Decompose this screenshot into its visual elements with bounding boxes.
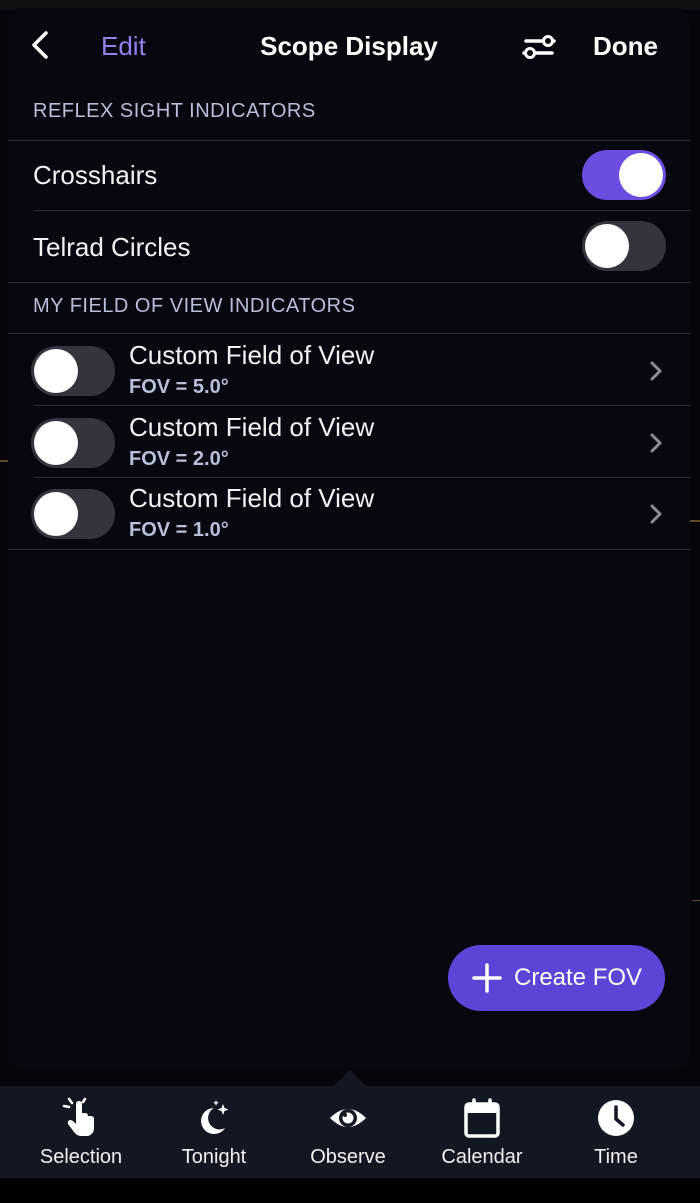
tab-indicator-notch: [334, 1070, 366, 1086]
sky-line: [690, 520, 700, 522]
divider: [33, 210, 690, 211]
tab-label: Calendar: [441, 1146, 523, 1168]
bottom-strip: [0, 1178, 700, 1203]
clock-icon: [598, 1100, 634, 1136]
crosshairs-label: Crosshairs: [33, 160, 158, 190]
telrad-circles-toggle[interactable]: [582, 221, 666, 271]
done-button[interactable]: Done: [593, 31, 658, 62]
divider: [33, 405, 690, 406]
fov-title[interactable]: Custom Field of View: [129, 483, 374, 514]
chevron-right-icon[interactable]: [649, 432, 663, 454]
tab-selection[interactable]: Selection: [21, 1086, 141, 1178]
sky-line: [692, 900, 700, 901]
tab-tonight[interactable]: Tonight: [154, 1086, 274, 1178]
toggle-knob: [34, 349, 78, 393]
telrad-circles-label: Telrad Circles: [33, 232, 191, 262]
page-title: Scope Display: [260, 31, 438, 61]
toggle-knob: [619, 153, 663, 197]
tab-observe[interactable]: Observe: [288, 1086, 408, 1178]
section-heading-fov: MY FIELD OF VIEW INDICATORS: [33, 295, 356, 317]
divider: [8, 549, 690, 550]
calendar-icon: [464, 1098, 500, 1138]
divider: [8, 140, 690, 141]
fov-subtitle: FOV = 5.0°: [129, 376, 229, 398]
divider: [33, 477, 690, 478]
toggle-knob: [34, 421, 78, 465]
fov-toggle[interactable]: [31, 489, 115, 539]
fov-title[interactable]: Custom Field of View: [129, 340, 374, 371]
moon-stars-icon: [201, 1100, 229, 1134]
tab-calendar[interactable]: Calendar: [422, 1086, 542, 1178]
toggle-knob: [585, 224, 629, 268]
create-fov-button[interactable]: Create FOV: [448, 945, 665, 1011]
divider: [8, 282, 690, 283]
scope-display-panel: Edit Scope Display Done REFLEX SIGHT IND…: [8, 8, 690, 1070]
hand-pointer-icon: [62, 1097, 94, 1136]
tab-label: Time: [594, 1146, 638, 1168]
tab-label: Observe: [310, 1146, 386, 1168]
create-fov-label: Create FOV: [514, 964, 643, 991]
fov-toggle[interactable]: [31, 346, 115, 396]
fov-subtitle: FOV = 2.0°: [129, 448, 229, 470]
divider: [8, 333, 690, 334]
chevron-right-icon[interactable]: [649, 503, 663, 525]
section-heading-reflex: REFLEX SIGHT INDICATORS: [33, 100, 316, 122]
fov-subtitle: FOV = 1.0°: [129, 519, 229, 541]
toggle-knob: [34, 492, 78, 536]
crosshairs-toggle[interactable]: [582, 150, 666, 200]
plus-icon: [472, 963, 502, 993]
sliders-icon[interactable]: [520, 32, 558, 62]
fov-toggle[interactable]: [31, 418, 115, 468]
chevron-right-icon[interactable]: [649, 360, 663, 382]
sky-line: [0, 460, 8, 462]
tab-bar: Selection Tonight Observe Calendar Time: [0, 1086, 700, 1178]
fov-title[interactable]: Custom Field of View: [129, 412, 374, 443]
header: Edit Scope Display Done: [8, 8, 690, 86]
tab-label: Tonight: [181, 1146, 247, 1168]
tab-time[interactable]: Time: [556, 1086, 676, 1178]
eye-icon: [330, 1109, 366, 1127]
tab-label: Selection: [39, 1146, 123, 1168]
